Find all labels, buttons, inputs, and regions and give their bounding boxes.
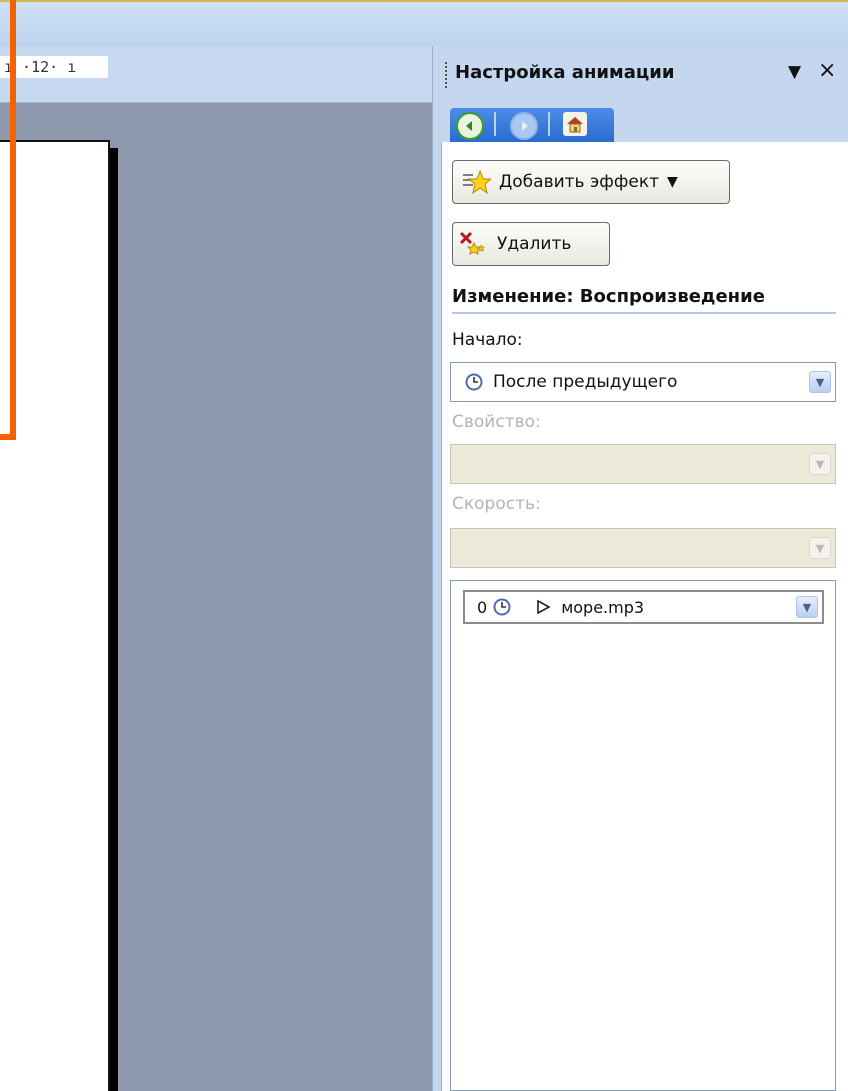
pane-close-button[interactable]: × (818, 58, 836, 83)
back-arrow-icon[interactable] (456, 112, 484, 140)
add-effect-label: Добавить эффект (499, 172, 660, 192)
nav-separator (548, 112, 550, 136)
start-value: После предыдущего (493, 372, 678, 392)
delete-label: Удалить (497, 234, 572, 254)
nav-separator (494, 112, 496, 136)
effect-order: 0 (477, 597, 488, 617)
property-label: Свойство: (452, 412, 541, 432)
pane-title: Настройка анимации (455, 62, 675, 83)
modify-section-title: Изменение: Воспроизведение (452, 286, 765, 307)
play-icon (535, 599, 551, 615)
slide-canvas[interactable] (0, 140, 110, 1091)
delete-icon (459, 231, 489, 257)
star-icon (461, 169, 493, 195)
speed-select[interactable]: ▼ (450, 528, 836, 568)
chevron-down-icon: ▼ (667, 174, 678, 190)
effects-list[interactable] (450, 580, 836, 1091)
clock-icon (465, 373, 483, 391)
add-effect-button[interactable]: Добавить эффект ▼ (452, 160, 730, 204)
clock-icon (493, 598, 511, 616)
chevron-down-icon[interactable]: ▼ (809, 453, 831, 475)
toolbar-strip (0, 0, 848, 46)
pane-menu-dropdown[interactable]: ▼ (788, 62, 801, 82)
section-divider (452, 312, 836, 314)
chevron-down-icon[interactable]: ▼ (809, 537, 831, 559)
delete-button[interactable]: Удалить (452, 222, 610, 266)
start-label: Начало: (452, 330, 523, 350)
forward-arrow-icon[interactable] (510, 112, 538, 140)
ruler-scale: ı ·12· ı (0, 56, 108, 78)
effect-name: море.mp3 (561, 597, 645, 617)
property-select[interactable]: ▼ (450, 444, 836, 484)
home-icon[interactable] (563, 112, 587, 136)
chevron-down-icon[interactable]: ▼ (809, 371, 831, 393)
chevron-down-icon[interactable]: ▼ (796, 596, 818, 618)
start-select[interactable]: После предыдущего ▼ (450, 362, 836, 402)
list-item[interactable]: 0 море.mp3 ▼ (463, 590, 824, 624)
pane-grip-handle[interactable] (445, 62, 450, 88)
highlight-frame (0, 0, 16, 440)
speed-label: Скорость: (452, 494, 541, 514)
